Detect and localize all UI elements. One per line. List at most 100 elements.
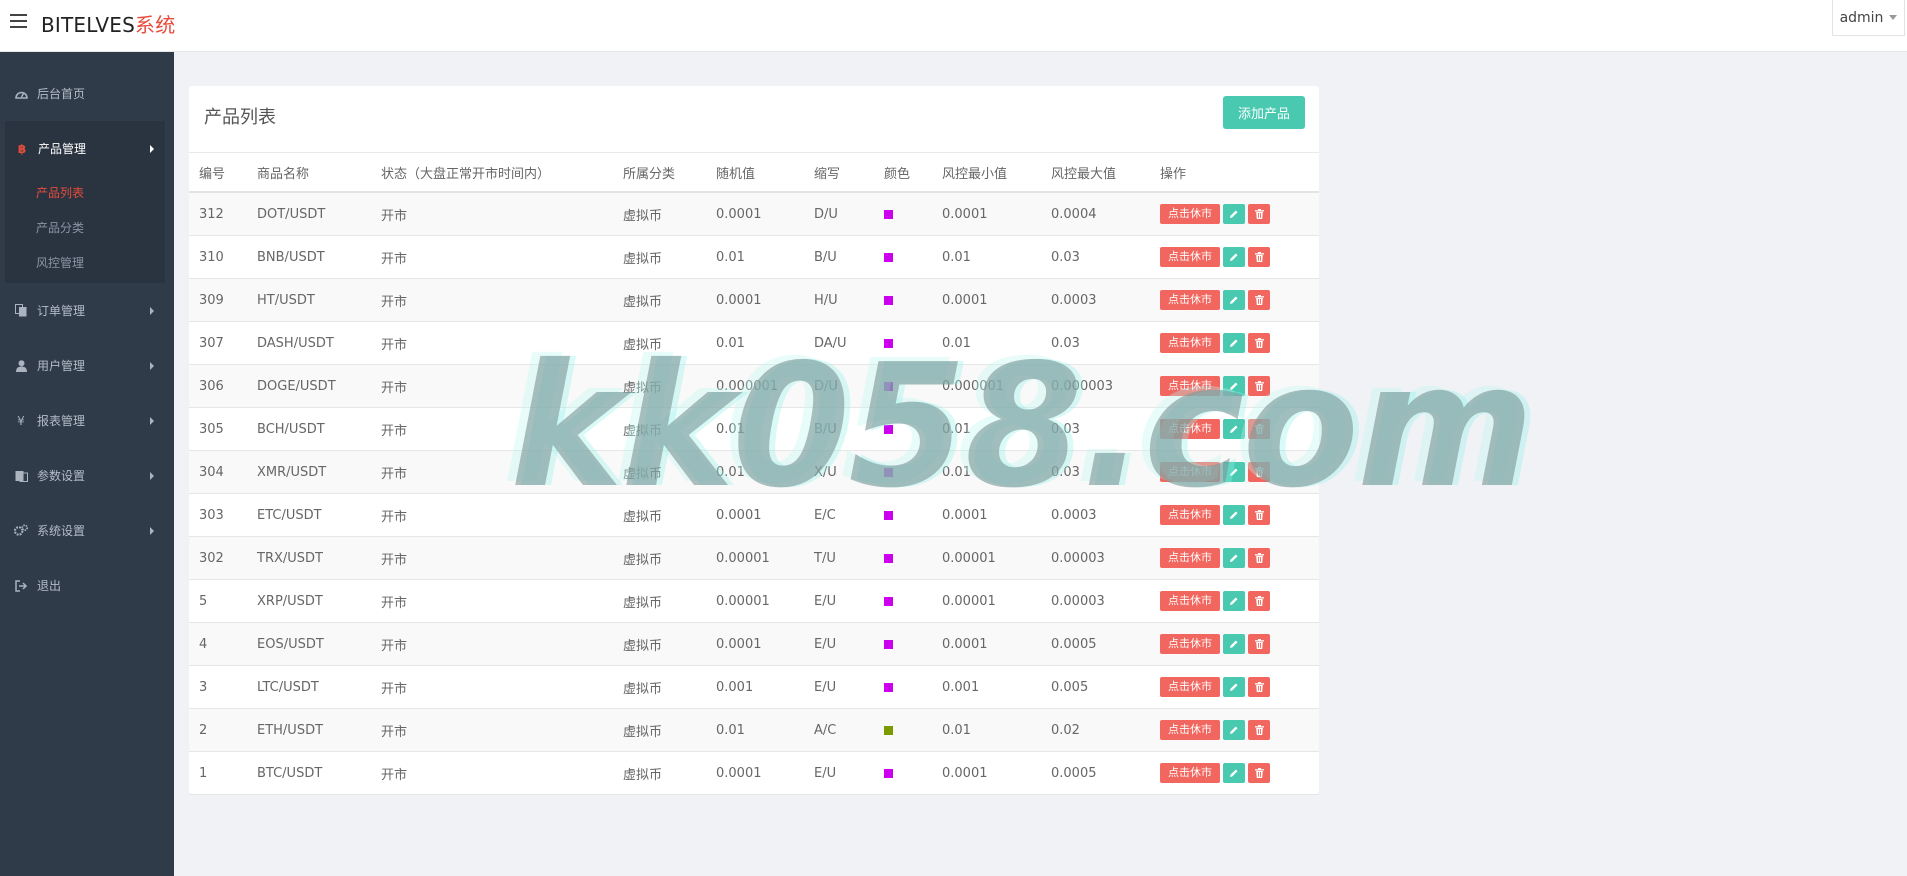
edit-button[interactable] [1223,677,1245,697]
edit-button[interactable] [1223,376,1245,396]
sidebar-item-parameters[interactable]: 参数设置 [0,448,174,503]
edit-button[interactable] [1223,548,1245,568]
delete-button[interactable] [1248,462,1270,482]
delete-button[interactable] [1248,720,1270,740]
sidebar-item-dashboard[interactable]: 后台首页 [0,66,174,121]
close-market-button[interactable]: 点击休市 [1160,591,1220,611]
cell-status: 开市 [371,450,613,494]
app-logo[interactable]: BITELVES系统 [41,9,175,38]
close-market-button[interactable]: 点击休市 [1160,720,1220,740]
delete-button[interactable] [1248,591,1270,611]
user-menu[interactable]: admin [1832,0,1905,36]
cell-name: EOS/USDT [247,622,371,666]
delete-button[interactable] [1248,204,1270,224]
delete-button[interactable] [1248,763,1270,783]
close-market-button[interactable]: 点击休市 [1160,204,1220,224]
cell-min: 0.01 [932,321,1041,365]
close-market-button[interactable]: 点击休市 [1160,634,1220,654]
delete-button[interactable] [1248,548,1270,568]
cell-category: 虚拟币 [613,450,706,494]
close-market-button[interactable]: 点击休市 [1160,376,1220,396]
cell-status: 开市 [371,321,613,365]
delete-button[interactable] [1248,333,1270,353]
close-market-button[interactable]: 点击休市 [1160,677,1220,697]
close-market-button[interactable]: 点击休市 [1160,763,1220,783]
color-swatch [884,682,893,692]
cell-id: 2 [189,708,247,752]
close-market-button[interactable]: 点击休市 [1160,548,1220,568]
edit-button[interactable] [1223,247,1245,267]
cell-abbr: E/U [804,622,874,666]
cell-random: 0.01 [706,450,804,494]
edit-button[interactable] [1223,720,1245,740]
cell-random: 0.01 [706,321,804,365]
cell-actions: 点击休市 [1150,579,1319,623]
sidebar-subitem-product-category[interactable]: 产品分类 [5,211,165,246]
caret-down-icon [1889,15,1898,20]
cell-random: 0.000001 [706,364,804,408]
column-header: 随机值 [706,152,804,193]
delete-button[interactable] [1248,634,1270,654]
cell-max: 0.03 [1041,450,1150,494]
color-swatch [884,553,893,563]
table-header-row: 编号 商品名称 状态（大盘正常开市时间内） 所属分类 随机值 缩写 颜色 风控最… [189,152,1319,193]
sidebar-subitem-risk-control[interactable]: 风控管理 [5,246,165,281]
cell-id: 302 [189,536,247,580]
pencil-icon [1230,210,1238,218]
table-row: 312 DOT/USDT 开市 虚拟币 0.0001 D/U 0.0001 0.0004 点击休… [189,192,1319,236]
edit-button[interactable] [1223,204,1245,224]
sidebar-item-system[interactable]: 系统设置 [0,503,174,558]
edit-button[interactable] [1223,591,1245,611]
cell-min: 0.0001 [932,622,1041,666]
yen-icon: ¥ [17,413,25,428]
sidebar-item-logout[interactable]: 退出 [0,558,174,613]
cell-max: 0.0003 [1041,493,1150,537]
edit-button[interactable] [1223,462,1245,482]
delete-button[interactable] [1248,290,1270,310]
sidebar-subitem-product-list[interactable]: 产品列表 [5,176,165,211]
cell-name: LTC/USDT [247,665,371,709]
sidebar-item-orders[interactable]: 订单管理 [0,283,174,338]
close-market-button[interactable]: 点击休市 [1160,333,1220,353]
cell-random: 0.0001 [706,493,804,537]
sidebar-group-products: ฿ 产品管理 产品列表 产品分类 风控管理 [5,121,165,283]
delete-button[interactable] [1248,376,1270,396]
sidebar-item-users[interactable]: 用户管理 [0,338,174,393]
cell-min: 0.0001 [932,192,1041,236]
delete-button[interactable] [1248,505,1270,525]
delete-button[interactable] [1248,677,1270,697]
table-row: 4 EOS/USDT 开市 虚拟币 0.0001 E/U 0.0001 0.0005 点击休市 [189,622,1319,666]
close-market-button[interactable]: 点击休市 [1160,462,1220,482]
edit-button[interactable] [1223,290,1245,310]
sidebar-item-products[interactable]: ฿ 产品管理 [5,121,165,176]
edit-button[interactable] [1223,505,1245,525]
cell-actions: 点击休市 [1150,321,1319,365]
cell-category: 虚拟币 [613,321,706,365]
close-market-button[interactable]: 点击休市 [1160,247,1220,267]
cell-random: 0.00001 [706,579,804,623]
edit-button[interactable] [1223,634,1245,654]
color-swatch [884,467,893,477]
cell-abbr: E/C [804,493,874,537]
delete-button[interactable] [1248,419,1270,439]
cell-id: 309 [189,278,247,322]
edit-button[interactable] [1223,419,1245,439]
color-swatch [884,510,893,520]
sidebar-item-reports[interactable]: ¥ 报表管理 [0,393,174,448]
trash-icon [1254,639,1264,649]
add-product-button[interactable]: 添加产品 [1223,96,1305,129]
cell-category: 虚拟币 [613,278,706,322]
edit-button[interactable] [1223,763,1245,783]
cell-random: 0.00001 [706,536,804,580]
table-row: 1 BTC/USDT 开市 虚拟币 0.0001 E/U 0.0001 0.0005 点击休市 [189,751,1319,795]
close-market-button[interactable]: 点击休市 [1160,505,1220,525]
cell-actions: 点击休市 [1150,622,1319,666]
menu-toggle-icon[interactable] [10,14,27,28]
close-market-button[interactable]: 点击休市 [1160,290,1220,310]
column-header: 缩写 [804,152,874,193]
sidebar-item-label: 后台首页 [37,87,86,101]
close-market-button[interactable]: 点击休市 [1160,419,1220,439]
delete-button[interactable] [1248,247,1270,267]
trash-icon [1254,338,1264,348]
edit-button[interactable] [1223,333,1245,353]
